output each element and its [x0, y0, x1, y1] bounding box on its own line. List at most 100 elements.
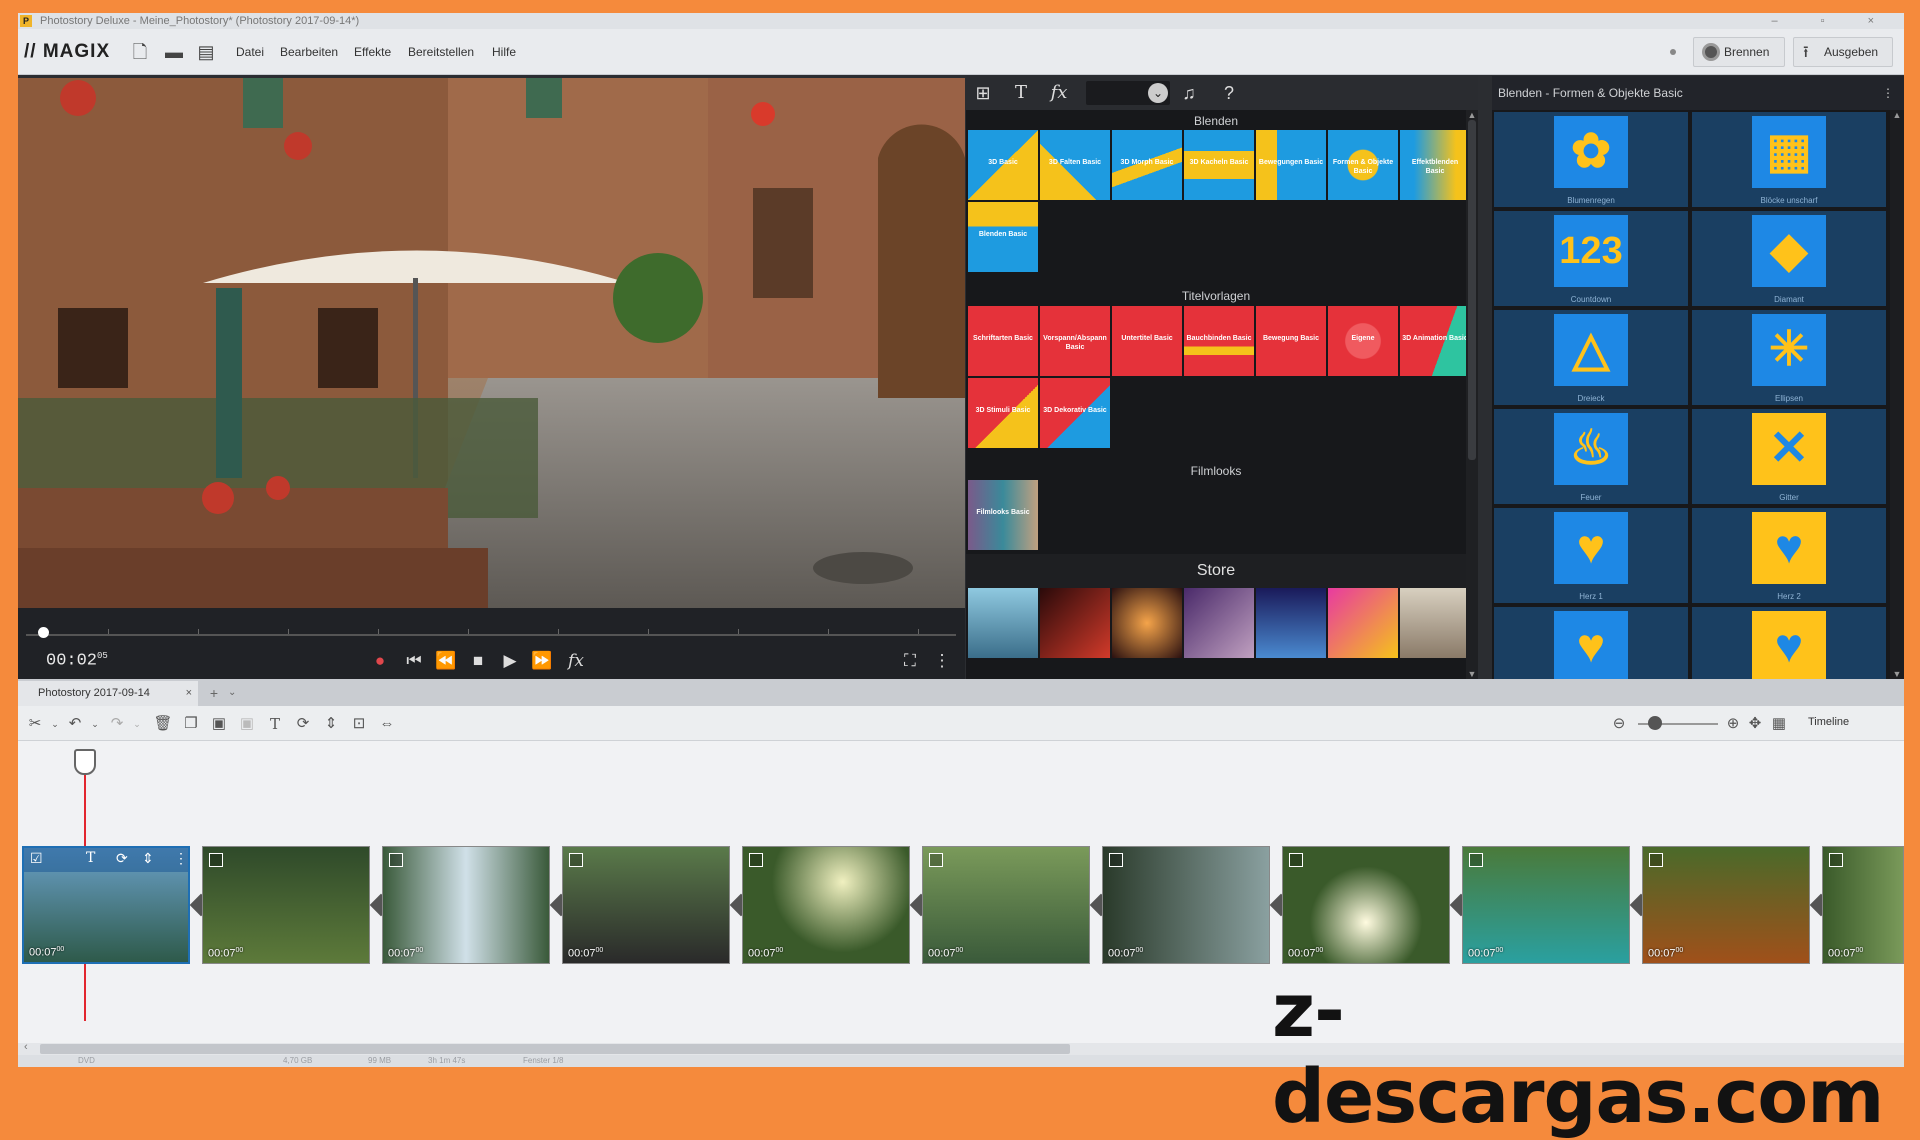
align-icon[interactable]: ⇕	[320, 713, 342, 735]
scroll-thumb[interactable]	[1468, 120, 1476, 460]
shape-item[interactable]: ✳ Ellipsen	[1692, 310, 1886, 405]
burn-button[interactable]: Brennen	[1693, 37, 1785, 67]
rewind-icon[interactable]: ⏪	[434, 649, 458, 673]
timeline-clip[interactable]: 00:0700	[1822, 846, 1904, 964]
store-item[interactable]	[1400, 588, 1470, 658]
transition-tile[interactable]: Formen & Objekte Basic	[1328, 130, 1398, 200]
transition-tile[interactable]: 3D Kacheln Basic	[1184, 130, 1254, 200]
record-icon[interactable]: ●	[368, 649, 392, 673]
fast-forward-icon[interactable]: ⏩	[530, 649, 554, 673]
shape-item[interactable]: ✕ Gitter	[1692, 409, 1886, 504]
timeline-clip[interactable]: 00:0700	[562, 846, 730, 964]
menu-bearbeiten[interactable]: Bearbeiten	[280, 45, 338, 59]
scroll-down-icon[interactable]: ▼	[1890, 669, 1904, 679]
checkbox-icon[interactable]	[1469, 853, 1483, 867]
text-tool-icon[interactable]: T	[1008, 81, 1034, 105]
shape-item[interactable]: ▦ Blöcke unscharf	[1692, 112, 1886, 207]
scroll-thumb[interactable]	[40, 1044, 1070, 1054]
paste-icon[interactable]: ▣	[208, 713, 230, 735]
fullscreen-icon[interactable]: ⛶	[898, 649, 922, 673]
scrub-bar[interactable]	[18, 608, 965, 643]
fit-view-icon[interactable]: ✥	[1744, 713, 1766, 735]
media-scrollbar[interactable]: ▲ ▼	[1466, 110, 1478, 679]
zoom-slider-handle[interactable]	[1648, 716, 1662, 730]
shape-item[interactable]: ♨ Feuer	[1494, 409, 1688, 504]
checkbox-icon[interactable]	[1649, 853, 1663, 867]
checkbox-icon[interactable]	[929, 853, 943, 867]
rotate-icon[interactable]: ⟳	[116, 850, 128, 867]
checkbox-icon[interactable]	[1829, 853, 1843, 867]
video-preview[interactable]	[18, 78, 965, 608]
filmlook-tile[interactable]: Filmlooks Basic	[968, 480, 1038, 550]
title-template-tile[interactable]: Eigene	[1328, 306, 1398, 376]
transition-tile[interactable]: 3D Basic	[968, 130, 1038, 200]
timeline-clip[interactable]: ☑ T ⟳ ⇕ ⋮ 00:0700	[22, 846, 190, 964]
title-icon[interactable]: T	[264, 713, 286, 735]
title-template-tile[interactable]: 3D Stimuli Basic	[968, 378, 1038, 448]
shape-item[interactable]: ◆ Diamant	[1692, 211, 1886, 306]
store-item[interactable]	[1184, 588, 1254, 658]
transition-tile[interactable]: 3D Falten Basic	[1040, 130, 1110, 200]
menu-hilfe[interactable]: Hilfe	[492, 45, 516, 59]
scroll-up-icon[interactable]: ▲	[1890, 110, 1904, 120]
shapes-scrollbar[interactable]: ▲ ▼	[1890, 110, 1904, 679]
paste-insert-icon[interactable]: ▣	[236, 713, 258, 735]
checkbox-icon[interactable]: ☑	[30, 850, 43, 867]
title-template-tile[interactable]: 3D Animation Basic	[1400, 306, 1470, 376]
chevron-down-icon[interactable]: ⌄	[84, 713, 106, 735]
close-tab-icon[interactable]: ×	[186, 681, 192, 706]
align-icon[interactable]: ⇕	[142, 850, 154, 867]
music-icon[interactable]: ♫	[1176, 81, 1202, 105]
timeline-clip[interactable]: 00:0700	[1642, 846, 1810, 964]
shape-item[interactable]: ✿ Blumenregen	[1494, 112, 1688, 207]
timeline-clip[interactable]: 00:0700	[1102, 846, 1270, 964]
title-template-tile[interactable]: Schriftarten Basic	[968, 306, 1038, 376]
title-template-tile[interactable]: Bauchbinden Basic	[1184, 306, 1254, 376]
menu-bereitstellen[interactable]: Bereitstellen	[408, 45, 474, 59]
fx-tab-icon[interactable]: fx	[1046, 81, 1072, 105]
category-dropdown[interactable]: ⌄	[1086, 81, 1170, 105]
stretch-icon[interactable]: ⇔	[376, 713, 398, 735]
scrub-track[interactable]	[26, 634, 956, 636]
zoom-in-icon[interactable]: ⊕	[1722, 713, 1744, 735]
timeline-mode-label[interactable]: Timeline	[1808, 716, 1849, 728]
checkbox-icon[interactable]	[389, 853, 403, 867]
stop-icon[interactable]: ■	[466, 649, 490, 673]
shape-item[interactable]: △ Dreieck	[1494, 310, 1688, 405]
effects-fx-icon[interactable]: fx	[564, 649, 588, 673]
transition-tile[interactable]: 3D Morph Basic	[1112, 130, 1182, 200]
project-tab[interactable]: Photostory 2017-09-14 ×	[18, 681, 198, 706]
redo-icon[interactable]: ↷	[106, 713, 128, 735]
timeline-clip[interactable]: 00:0700	[922, 846, 1090, 964]
title-template-tile[interactable]: 3D Dekorativ Basic	[1040, 378, 1110, 448]
title-icon[interactable]: T	[86, 850, 95, 866]
menu-datei[interactable]: Datei	[236, 45, 264, 59]
transition-tile[interactable]: Effektblenden Basic	[1400, 130, 1470, 200]
skip-start-icon[interactable]: ⏮	[402, 649, 426, 673]
title-template-tile[interactable]: Vorspann/Abspann Basic	[1040, 306, 1110, 376]
title-template-tile[interactable]: Untertitel Basic	[1112, 306, 1182, 376]
transition-tile[interactable]: Blenden Basic	[968, 202, 1038, 272]
checkbox-icon[interactable]	[749, 853, 763, 867]
timeline-clip[interactable]: 00:0700	[742, 846, 910, 964]
more-options-icon[interactable]: ⋮	[174, 850, 188, 867]
timeline-clip[interactable]: 00:0700	[382, 846, 550, 964]
store-item[interactable]	[968, 588, 1038, 658]
menu-effekte[interactable]: Effekte	[354, 45, 391, 59]
shape-item[interactable]: ♥ Herz 1	[1494, 508, 1688, 603]
more-options-icon[interactable]: ⋮	[930, 649, 954, 673]
rotate-icon[interactable]: ⟳	[292, 713, 314, 735]
zoom-out-icon[interactable]: ⊖	[1608, 713, 1630, 735]
store-item[interactable]	[1328, 588, 1398, 658]
title-template-tile[interactable]: Bewegung Basic	[1256, 306, 1326, 376]
chevron-down-icon[interactable]: ⌄	[126, 713, 148, 735]
cut-icon[interactable]: ✂	[24, 713, 46, 735]
checkbox-icon[interactable]	[209, 853, 223, 867]
tab-list-icon[interactable]: ⌄	[228, 683, 244, 703]
checkbox-icon[interactable]	[1289, 853, 1303, 867]
storyboard-icon[interactable]: ▦	[1768, 713, 1790, 735]
scroll-down-icon[interactable]: ▼	[1466, 669, 1478, 679]
shape-item[interactable]: 123 Countdown	[1494, 211, 1688, 306]
checkbox-icon[interactable]	[569, 853, 583, 867]
timeline-clip[interactable]: 00:0700	[1462, 846, 1630, 964]
